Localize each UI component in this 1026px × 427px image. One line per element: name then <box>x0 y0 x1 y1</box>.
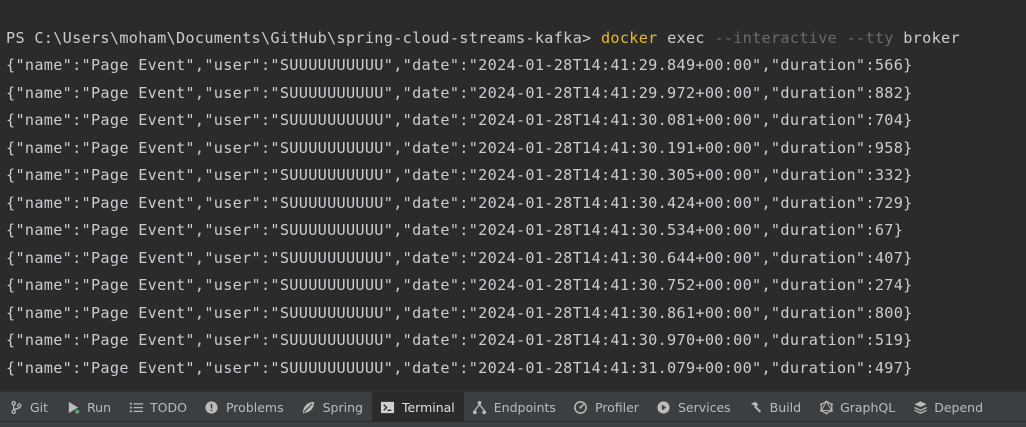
flag-tty: --tty <box>846 29 894 47</box>
flag-interactive: --interactive <box>714 29 838 47</box>
terminal-icon <box>380 399 396 415</box>
tool-dependencies-label: Depend <box>934 399 984 415</box>
tool-terminal[interactable]: Terminal <box>371 392 464 422</box>
profiler-icon <box>573 399 589 415</box>
tool-git[interactable]: Git <box>0 392 57 422</box>
tool-services[interactable]: Services <box>648 392 740 422</box>
container-name: broker <box>903 29 960 47</box>
endpoints-icon <box>472 399 488 415</box>
build-hammer-icon <box>748 399 764 415</box>
output-line: {"name":"Page Event","user":"SUUUUUUUUUU… <box>6 83 913 102</box>
tool-endpoints[interactable]: Endpoints <box>464 392 565 422</box>
output-line: {"name":"Page Event","user":"SUUUUUUUUUU… <box>6 111 913 129</box>
tool-problems-label: Problems <box>225 399 284 415</box>
tool-graphql-label: GraphQL <box>840 399 896 415</box>
run-icon <box>65 399 81 415</box>
output-line: {"name":"Page Event","user":"SUUUUUUUUUU… <box>6 166 913 184</box>
status-bar <box>0 421 1026 427</box>
terminal-panel[interactable]: PS C:\Users\moham\Documents\GitHub\sprin… <box>0 0 1026 390</box>
output-line: {"name":"Page Event","user":"SUUUUUUUUUU… <box>6 56 913 74</box>
tool-terminal-label: Terminal <box>401 399 455 415</box>
tool-spring-label: Spring <box>322 399 363 415</box>
tool-profiler-label: Profiler <box>594 399 639 415</box>
tool-todo-label: TODO <box>150 399 187 415</box>
output-line: {"name":"Page Event","user":"SUUUUUUUUUU… <box>6 221 904 239</box>
output-line: {"name":"Page Event","user":"SUUUUUUUUUU… <box>6 193 913 212</box>
tool-profiler[interactable]: Profiler <box>565 392 648 422</box>
git-branch-icon <box>8 399 24 415</box>
output-line: {"name":"Page Event","user":"SUUUUUUUUUU… <box>6 276 913 294</box>
tool-problems[interactable]: Problems <box>196 392 293 422</box>
tool-dependencies[interactable]: Depend <box>904 392 992 422</box>
dependencies-icon <box>912 399 928 415</box>
tool-window-bar: Git Run TODO Problems Spring Terminal En… <box>0 391 1026 422</box>
output-line: {"name":"Page Event","user":"SUUUUUUUUUU… <box>6 331 913 349</box>
tool-build[interactable]: Build <box>740 392 810 422</box>
command-name: docker <box>600 29 658 47</box>
tool-spring[interactable]: Spring <box>293 392 372 422</box>
spring-leaf-icon <box>301 399 317 415</box>
todo-list-icon <box>128 399 144 415</box>
problems-icon <box>204 399 220 415</box>
tool-git-label: Git <box>30 399 49 415</box>
prompt: PS C:\Users\moham\Documents\GitHub\sprin… <box>6 29 592 47</box>
tool-graphql[interactable]: GraphQL <box>810 392 904 422</box>
tool-todo[interactable]: TODO <box>120 392 196 422</box>
tool-build-label: Build <box>769 399 802 415</box>
output-line: {"name":"Page Event","user":"SUUUUUUUUUU… <box>6 138 913 157</box>
tool-services-label: Services <box>677 399 731 415</box>
command-line: PS C:\Users\moham\Documents\GitHub\sprin… <box>6 28 960 48</box>
tool-run[interactable]: Run <box>57 392 120 422</box>
output-line: {"name":"Page Event","user":"SUUUUUUUUUU… <box>6 248 913 267</box>
command-subcommand: exec <box>667 29 705 47</box>
output-line: {"name":"Page Event","user":"SUUUUUUUUUU… <box>6 358 913 377</box>
tool-run-label: Run <box>87 399 112 415</box>
services-icon <box>656 399 672 415</box>
output-line: {"name":"Page Event","user":"SUUUUUUUUUU… <box>6 303 913 322</box>
tool-endpoints-label: Endpoints <box>493 399 556 415</box>
graphql-icon <box>818 399 834 415</box>
